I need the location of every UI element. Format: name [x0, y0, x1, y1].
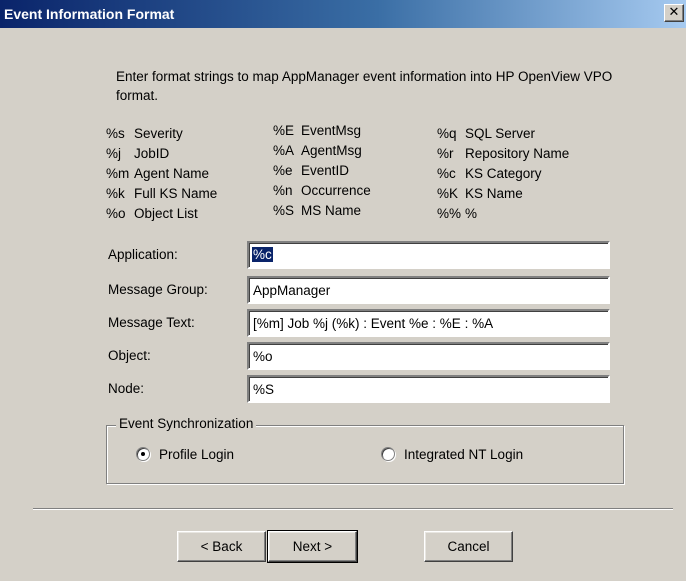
format-code-row: %n Occurrence — [273, 183, 371, 198]
application-input-selected-value: %c — [252, 247, 273, 262]
format-codes-col-1: %s Severity %j JobID %m Agent Name %k Full K… — [106, 124, 217, 224]
profile-login-label: Profile Login — [159, 447, 235, 462]
radio-unchecked-icon — [381, 447, 395, 461]
window-title: Event Information Format — [4, 6, 175, 22]
close-button[interactable]: ✕ — [664, 4, 684, 22]
next-button[interactable]: Next > — [267, 530, 358, 563]
integrated-nt-login-label: Integrated NT Login — [404, 447, 524, 462]
radio-checked-icon — [136, 447, 150, 461]
message-group-input[interactable] — [247, 276, 610, 304]
back-button[interactable]: < Back — [177, 531, 266, 562]
message-text-label: Message Text: — [108, 315, 195, 330]
format-code-row: %q SQL Server — [437, 126, 536, 141]
format-code-row: %K KS Name — [437, 186, 523, 201]
format-code-row: %A AgentMsg — [273, 143, 362, 158]
format-codes-col-3: %q SQL Server %r Repository Name %c KS Cate… — [437, 124, 569, 224]
format-code-row: %o Object List — [106, 206, 198, 221]
format-code-row: %E EventMsg — [273, 123, 362, 138]
intro-text: Enter format strings to map AppManager e… — [116, 69, 613, 103]
title-bar: Event Information Format ✕ — [0, 0, 686, 28]
cancel-button[interactable]: Cancel — [424, 531, 513, 562]
close-icon: ✕ — [668, 5, 680, 20]
format-codes-col-2: %E EventMsg %A AgentMsg %e EventID %n Occurr… — [273, 121, 371, 221]
format-code-row: %e EventID — [273, 163, 350, 178]
application-label: Application: — [108, 247, 178, 262]
format-code-row: %%% — [437, 206, 478, 221]
event-sync-label: Event Synchronization — [116, 416, 257, 431]
profile-login-radio[interactable]: Profile Login — [136, 445, 234, 465]
format-code-row: %j JobID — [106, 146, 170, 161]
format-code-row: %k Full KS Name — [106, 186, 218, 201]
node-label: Node: — [108, 381, 145, 396]
object-input[interactable] — [247, 342, 610, 370]
message-text-input[interactable] — [247, 309, 610, 337]
object-label: Object: — [108, 348, 151, 363]
separator — [33, 508, 673, 510]
format-code-row: %r Repository Name — [437, 146, 570, 161]
message-group-label: Message Group: — [108, 282, 208, 297]
format-code-row: %S MS Name — [273, 203, 362, 218]
application-input[interactable]: %c — [247, 241, 610, 269]
format-code-row: %c KS Category — [437, 166, 542, 181]
format-code-row: %m Agent Name — [106, 166, 210, 181]
integrated-nt-login-radio[interactable]: Integrated NT Login — [381, 445, 523, 465]
node-input[interactable] — [247, 375, 610, 403]
format-code-row: %s Severity — [106, 126, 183, 141]
